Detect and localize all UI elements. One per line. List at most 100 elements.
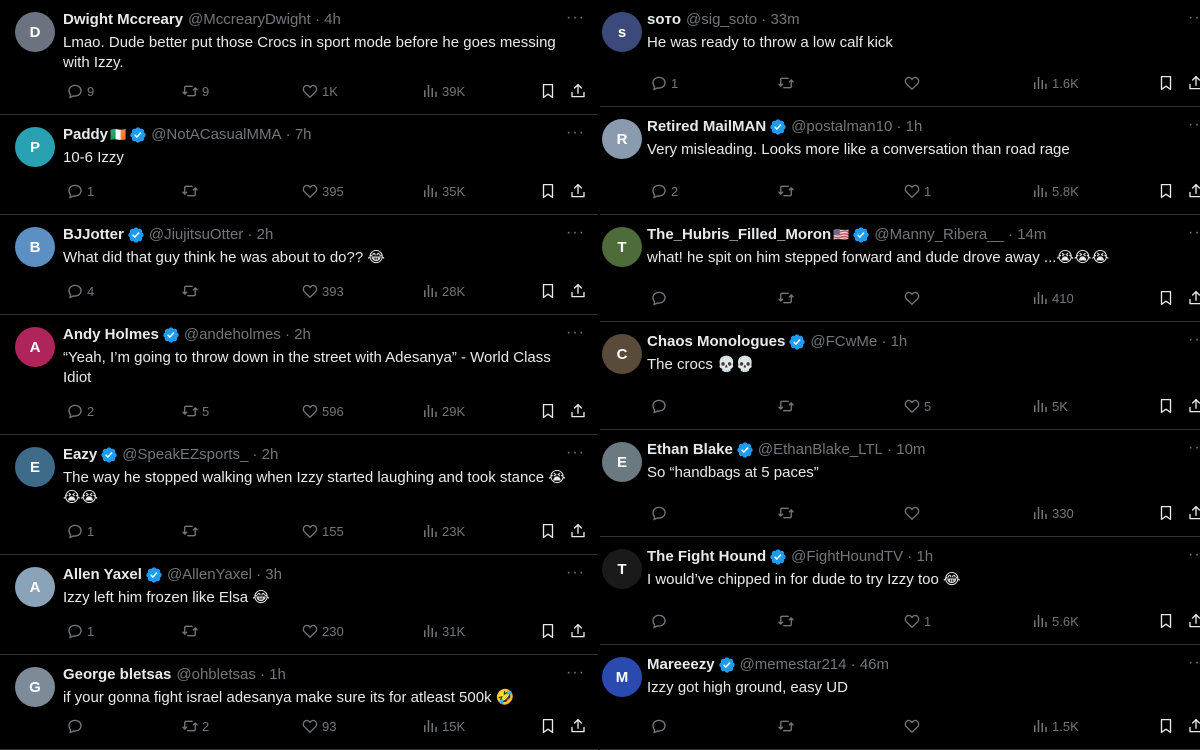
like-button[interactable]: 1 bbox=[900, 181, 931, 201]
share-button[interactable] bbox=[1184, 611, 1200, 631]
reply-button[interactable] bbox=[63, 716, 84, 736]
timestamp[interactable]: 4h bbox=[324, 10, 341, 30]
bookmark-button[interactable] bbox=[536, 281, 557, 301]
share-button[interactable] bbox=[566, 81, 587, 101]
share-button[interactable] bbox=[566, 521, 587, 541]
like-button[interactable]: 596 bbox=[298, 401, 344, 421]
avatar[interactable]: D bbox=[15, 12, 55, 52]
repost-button[interactable]: 5 bbox=[178, 401, 209, 421]
more-icon[interactable]: ··· bbox=[566, 565, 585, 581]
views-button[interactable]: 15K bbox=[418, 716, 465, 736]
timestamp[interactable]: 10m bbox=[896, 440, 925, 460]
avatar[interactable]: A bbox=[15, 567, 55, 607]
reply-button[interactable] bbox=[647, 611, 668, 631]
more-icon[interactable]: ··· bbox=[566, 325, 585, 341]
more-icon[interactable]: ··· bbox=[1188, 117, 1200, 133]
display-name[interactable]: BJJotter bbox=[63, 225, 124, 245]
user-handle[interactable]: @FCwMe bbox=[810, 332, 877, 352]
display-name[interactable]: Mareeezy bbox=[647, 655, 715, 675]
bookmark-button[interactable] bbox=[536, 401, 557, 421]
like-button[interactable]: 5 bbox=[900, 396, 931, 416]
timestamp[interactable]: 1h bbox=[269, 665, 286, 685]
share-button[interactable] bbox=[1184, 181, 1200, 201]
reply-button[interactable]: 2 bbox=[63, 401, 94, 421]
avatar[interactable]: A bbox=[15, 327, 55, 367]
more-icon[interactable]: ··· bbox=[1188, 655, 1200, 671]
more-icon[interactable]: ··· bbox=[566, 10, 585, 26]
repost-button[interactable] bbox=[774, 288, 795, 308]
avatar[interactable]: E bbox=[15, 447, 55, 487]
user-handle[interactable]: @JiujitsuOtter bbox=[149, 225, 243, 245]
timestamp[interactable]: 1h bbox=[906, 117, 923, 137]
reply-button[interactable]: 1 bbox=[63, 181, 94, 201]
reply-button[interactable] bbox=[647, 288, 668, 308]
views-button[interactable]: 410 bbox=[1028, 288, 1074, 308]
like-button[interactable]: 230 bbox=[298, 621, 344, 641]
reply-tweet[interactable]: A Allen Yaxel @AllenYaxel · 3h ··· Izzy left… bbox=[0, 555, 598, 655]
repost-button[interactable] bbox=[178, 281, 199, 301]
repost-button[interactable]: 9 bbox=[178, 81, 209, 101]
views-button[interactable]: 28K bbox=[418, 281, 465, 301]
repost-button[interactable] bbox=[178, 621, 199, 641]
bookmark-button[interactable] bbox=[536, 181, 557, 201]
share-button[interactable] bbox=[1184, 716, 1200, 736]
like-button[interactable]: 1 bbox=[900, 611, 931, 631]
reply-tweet[interactable]: T The Fight Hound @FightHoundTV · 1h ··· I w… bbox=[600, 537, 1200, 645]
views-button[interactable]: 5.6K bbox=[1028, 611, 1079, 631]
avatar[interactable]: P bbox=[15, 127, 55, 167]
avatar[interactable]: s bbox=[602, 12, 642, 52]
display-name[interactable]: Eazy bbox=[63, 445, 97, 465]
share-button[interactable] bbox=[1184, 396, 1200, 416]
views-button[interactable]: 1.6K bbox=[1028, 73, 1079, 93]
user-handle[interactable]: @Manny_Ribera__ bbox=[874, 225, 1003, 245]
user-handle[interactable]: @FightHoundTV bbox=[791, 547, 903, 567]
timestamp[interactable]: 3h bbox=[265, 565, 282, 585]
views-button[interactable]: 5K bbox=[1028, 396, 1068, 416]
repost-button[interactable] bbox=[774, 716, 795, 736]
repost-button[interactable] bbox=[774, 396, 795, 416]
timestamp[interactable]: 33m bbox=[770, 10, 799, 30]
more-icon[interactable]: ··· bbox=[566, 225, 585, 241]
like-button[interactable] bbox=[900, 73, 921, 93]
user-handle[interactable]: @ohbletsas bbox=[176, 665, 255, 685]
avatar[interactable]: M bbox=[602, 657, 642, 697]
reply-button[interactable]: 1 bbox=[63, 521, 94, 541]
timestamp[interactable]: 2h bbox=[262, 445, 279, 465]
reply-button[interactable] bbox=[647, 503, 668, 523]
reply-tweet[interactable]: A Andy Holmes @andeholmes · 2h ··· “Yeah, I’… bbox=[0, 315, 598, 435]
reply-tweet[interactable]: P Paddy 🇮🇪 @NotACasualMMA · 7h ··· 10-6 Izzy 1… bbox=[0, 115, 598, 215]
views-button[interactable]: 31K bbox=[418, 621, 465, 641]
like-button[interactable]: 155 bbox=[298, 521, 344, 541]
share-button[interactable] bbox=[566, 716, 587, 736]
like-button[interactable] bbox=[900, 288, 921, 308]
avatar[interactable]: T bbox=[602, 549, 642, 589]
bookmark-button[interactable] bbox=[1154, 73, 1175, 93]
reply-tweet[interactable]: T The_Hubris_Filled_Moron 🇺🇸 @Manny_Ribera_… bbox=[600, 215, 1200, 322]
avatar[interactable]: C bbox=[602, 334, 642, 374]
more-icon[interactable]: ··· bbox=[566, 445, 585, 461]
avatar[interactable]: R bbox=[602, 119, 642, 159]
more-icon[interactable]: ··· bbox=[1188, 440, 1200, 456]
bookmark-button[interactable] bbox=[536, 621, 557, 641]
reply-button[interactable] bbox=[647, 396, 668, 416]
bookmark-button[interactable] bbox=[536, 81, 557, 101]
user-handle[interactable]: @EthanBlake_LTL bbox=[758, 440, 883, 460]
display-name[interactable]: Dwight Mccreary bbox=[63, 10, 183, 30]
more-icon[interactable]: ··· bbox=[1188, 225, 1200, 241]
bookmark-button[interactable] bbox=[1154, 716, 1175, 736]
display-name[interactable]: Andy Holmes bbox=[63, 325, 159, 345]
display-name[interactable]: The_Hubris_Filled_Moron bbox=[647, 225, 831, 245]
display-name[interactable]: George bletsas bbox=[63, 665, 171, 685]
reply-tweet[interactable]: B BJJotter @JiujitsuOtter · 2h ··· What did … bbox=[0, 215, 598, 315]
share-button[interactable] bbox=[1184, 73, 1200, 93]
views-button[interactable]: 23K bbox=[418, 521, 465, 541]
share-button[interactable] bbox=[1184, 288, 1200, 308]
bookmark-button[interactable] bbox=[1154, 503, 1175, 523]
views-button[interactable]: 29K bbox=[418, 401, 465, 421]
user-handle[interactable]: @memestar214 bbox=[740, 655, 847, 675]
avatar[interactable]: E bbox=[602, 442, 642, 482]
more-icon[interactable]: ··· bbox=[1188, 547, 1200, 563]
timestamp[interactable]: 2h bbox=[294, 325, 311, 345]
bookmark-button[interactable] bbox=[1154, 396, 1175, 416]
like-button[interactable] bbox=[900, 716, 921, 736]
